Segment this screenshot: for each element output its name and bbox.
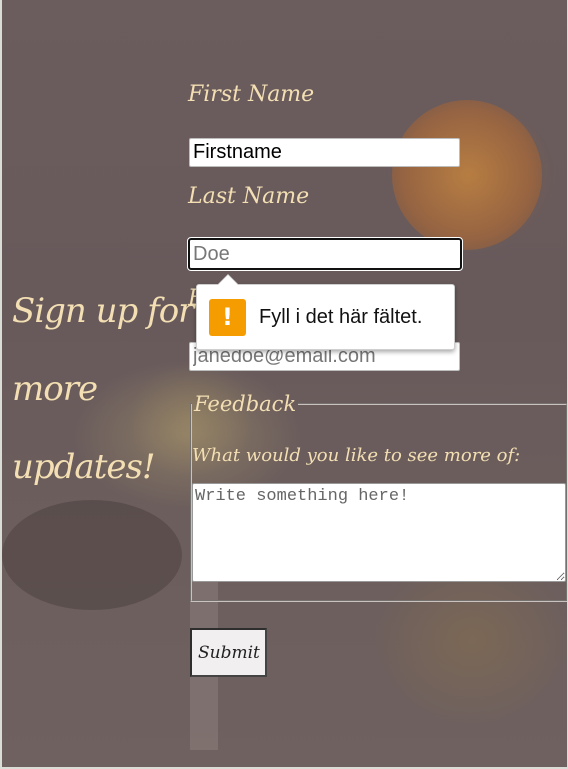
last-name-label: Last Name <box>188 184 310 209</box>
last-name-input[interactable] <box>187 237 463 271</box>
signup-headline: Sign up for more updates! <box>12 272 194 506</box>
glass-shadow-image <box>2 500 182 610</box>
page-background: Sign up for more updates! First Name Las… <box>2 0 567 767</box>
first-name-label: First Name <box>188 82 315 107</box>
feedback-textarea[interactable] <box>192 483 566 582</box>
headline-line-1: Sign up for <box>12 291 194 331</box>
validation-tooltip: ! Fyll i det här fältet. <box>196 274 455 350</box>
submit-button[interactable]: Submit <box>190 628 267 677</box>
headline-line-2: more <box>12 369 98 409</box>
validation-message: Fyll i det här fältet. <box>259 305 423 328</box>
warning-icon: ! <box>209 298 246 336</box>
first-name-input[interactable] <box>189 138 460 167</box>
headline-line-3: updates! <box>12 447 156 487</box>
feedback-question: What would you like to see more of: <box>192 445 521 466</box>
feedback-legend: Feedback <box>194 392 297 416</box>
orange-slice-image <box>392 100 542 250</box>
